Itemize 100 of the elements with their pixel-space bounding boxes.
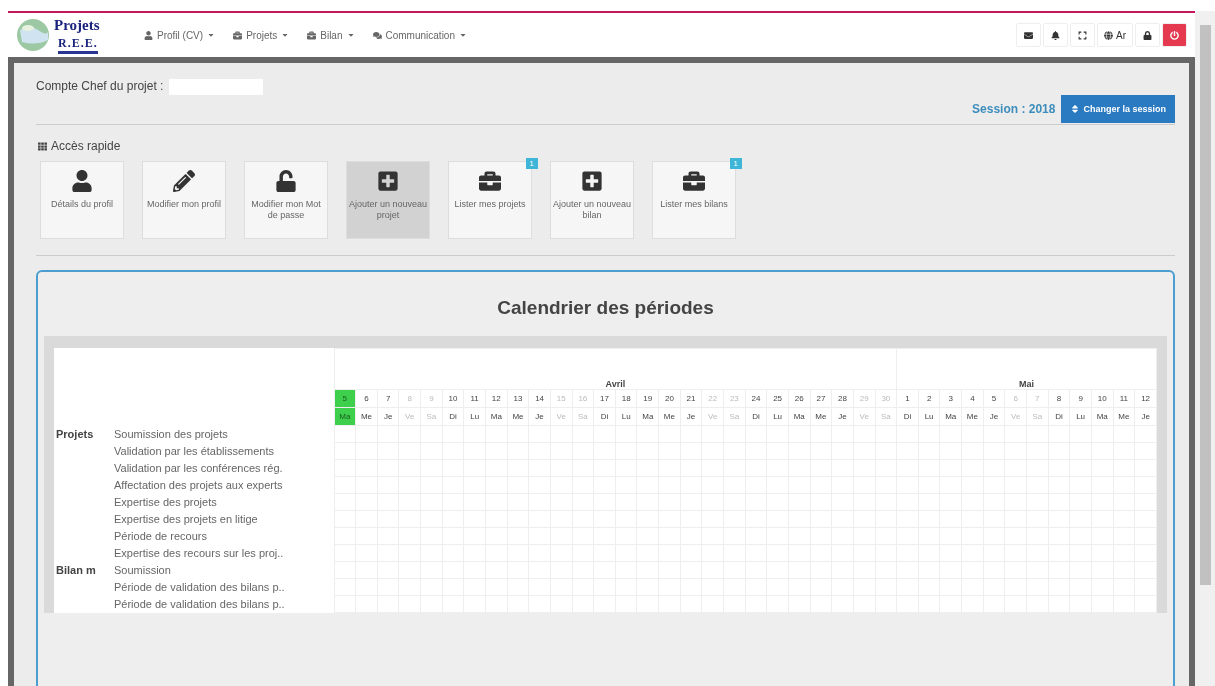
lock-icon — [1143, 30, 1152, 40]
weekday-label: Je — [528, 407, 551, 426]
globe-icon — [1104, 30, 1113, 40]
weekday-label: Je — [680, 407, 702, 426]
weekday-label: Me — [1113, 407, 1135, 426]
quick-access-tile[interactable]: Ajouter un nouveau projet — [346, 161, 430, 239]
count-badge: 1 — [729, 158, 742, 169]
nav-menu[interactable]: Bilan — [307, 29, 355, 41]
weekday-label: Ve — [550, 407, 573, 426]
period-label: Affectation des projets aux experts — [114, 479, 283, 491]
briefcase-icon — [307, 30, 317, 40]
group-label: Projets — [55, 428, 94, 440]
quick-access-tile[interactable]: Modifier mon Mot de passe — [244, 161, 328, 239]
day-number: 6 — [1004, 389, 1027, 408]
period-label: Expertise des projets — [114, 496, 217, 508]
day-number: 14 — [528, 389, 551, 408]
nav-menu[interactable]: Projets — [233, 29, 290, 41]
plus-icon — [581, 170, 603, 192]
plus-icon — [377, 170, 399, 192]
session-label: Session : 2018 — [972, 101, 1056, 116]
weekday-label: Ma — [636, 407, 659, 426]
day-number: 29 — [853, 389, 875, 408]
month-label: Avril — [605, 379, 626, 389]
quick-access-tile[interactable]: Ajouter un nouveau bilan — [550, 161, 634, 239]
weekday-label: Ve — [701, 407, 724, 426]
weekday-label: Lu — [615, 407, 637, 426]
toolbar-button[interactable] — [1016, 23, 1041, 47]
weekday-label: Lu — [463, 407, 486, 426]
weekday-label: Di — [1048, 407, 1070, 426]
group-label: Bilan m — [55, 564, 96, 576]
power-icon — [1170, 30, 1179, 40]
day-number: 11 — [463, 389, 486, 408]
pencil-icon — [173, 170, 195, 192]
grid-icon — [38, 141, 47, 151]
day-number: 19 — [636, 389, 659, 408]
period-label: Validation par les conférences rég. — [114, 462, 283, 474]
weekday-label: Je — [831, 407, 854, 426]
day-number: 17 — [593, 389, 616, 408]
day-number: 10 — [1091, 389, 1114, 408]
nav-menu[interactable]: Profil (CV) — [144, 29, 216, 41]
briefcase-icon — [479, 170, 501, 192]
weekday-label: Sa — [572, 407, 594, 426]
count-badge: 1 — [525, 158, 538, 169]
weekday-label: Ma — [485, 407, 508, 426]
bell-icon — [1051, 30, 1060, 40]
period-label: Soumission — [114, 564, 171, 576]
section-title: Accès rapide — [51, 139, 121, 153]
day-number: 12 — [485, 389, 508, 408]
day-number: 8 — [1048, 389, 1070, 408]
toolbar-button[interactable] — [1043, 23, 1068, 47]
period-label: Expertise des projets en litige — [114, 513, 258, 525]
weekday-label: Me — [810, 407, 832, 426]
day-number: 22 — [701, 389, 724, 408]
user-icon — [71, 170, 93, 192]
day-number: 12 — [1134, 389, 1157, 408]
day-number: 7 — [1026, 389, 1049, 408]
quick-access-tile[interactable]: Détails du profil — [40, 161, 124, 239]
day-number: 21 — [680, 389, 702, 408]
day-number: 9 — [1069, 389, 1092, 408]
period-label: Expertise des recours sur les proj.. — [114, 547, 284, 559]
logo[interactable]: Projets R.E.E. — [16, 15, 126, 55]
briefcase-icon — [233, 30, 243, 40]
day-number: 4 — [961, 389, 984, 408]
briefcase-icon — [683, 170, 705, 192]
period-label: Période de validation des bilans p.. — [114, 598, 285, 610]
month-label: Mai — [1019, 379, 1035, 389]
day-number: 11 — [1113, 389, 1135, 408]
weekday-label: Je — [1134, 407, 1157, 426]
weekday-label: Di — [442, 407, 464, 426]
period-label: Soumission des projets — [114, 428, 228, 440]
period-label: Validation par les établissements — [114, 445, 274, 457]
scrollbar[interactable] — [1195, 11, 1215, 686]
weekday-label: Di — [593, 407, 616, 426]
weekday-label: Me — [961, 407, 984, 426]
change-session-button[interactable]: Changer la session — [1061, 94, 1175, 123]
weekday-label: Me — [355, 407, 378, 426]
unlock-icon — [275, 170, 297, 192]
day-number: 18 — [615, 389, 637, 408]
quick-access-tile[interactable]: Modifier mon profil — [142, 161, 226, 239]
weekday-label: Di — [896, 407, 919, 426]
day-number: 13 — [507, 389, 529, 408]
day-number: 3 — [939, 389, 962, 408]
weekday-label: Ma — [1091, 407, 1114, 426]
toolbar-button[interactable] — [1135, 23, 1160, 47]
day-number: 20 — [658, 389, 681, 408]
weekday-label: Sa — [875, 407, 897, 426]
weekday-label: Ma — [939, 407, 962, 426]
day-number: 24 — [745, 389, 767, 408]
account-label: Compte Chef du projet : — [36, 79, 164, 93]
weekday-label: Ma — [788, 407, 811, 426]
day-number: 26 — [788, 389, 811, 408]
day-number: 10 — [442, 389, 464, 408]
day-number: 28 — [831, 389, 854, 408]
weekday-label: Me — [658, 407, 681, 426]
weekday-label: Lu — [918, 407, 940, 426]
envelope-icon — [1024, 30, 1033, 40]
language-button[interactable]: Ar — [1097, 23, 1133, 47]
day-number: 6 — [355, 389, 378, 408]
weekday-label: Lu — [1069, 407, 1092, 426]
nav-menu[interactable]: Communication — [372, 29, 467, 41]
